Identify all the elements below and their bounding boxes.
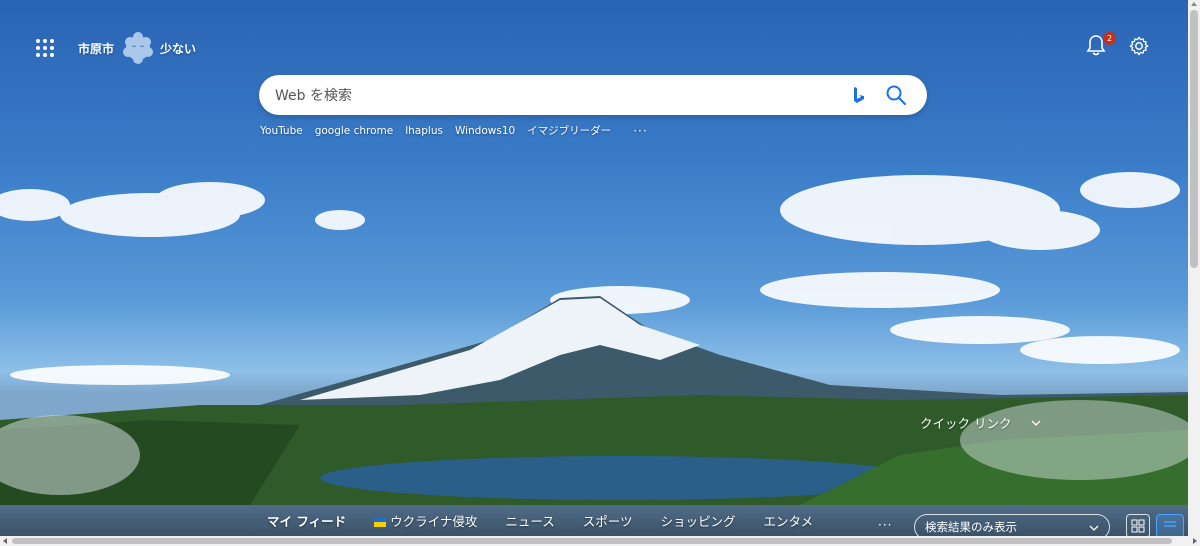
- quick-link-lhaplus[interactable]: lhaplus: [405, 125, 443, 137]
- quick-link-toggle[interactable]: クイック リンク: [920, 413, 1041, 432]
- cloud-face-icon[interactable]: [120, 30, 156, 66]
- quick-link-imagebreeder[interactable]: イマジブリーダー: [527, 123, 611, 138]
- horizontal-scrollbar-thumb[interactable]: [12, 538, 1172, 544]
- location-label[interactable]: 市原市: [78, 40, 114, 57]
- ukraine-flag-icon: [374, 517, 387, 527]
- tab-ukraine[interactable]: ウクライナ侵攻: [374, 511, 477, 530]
- feed-more-icon[interactable]: ···: [878, 518, 892, 532]
- scroll-up-icon[interactable]: [1191, 2, 1197, 6]
- grid-layout-icon[interactable]: [1126, 514, 1150, 538]
- vertical-scrollbar[interactable]: [1188, 0, 1200, 536]
- notifications-bell-icon[interactable]: 2: [1086, 32, 1116, 58]
- bing-logo-icon[interactable]: [849, 85, 869, 105]
- settings-gear-icon[interactable]: [1128, 35, 1150, 57]
- tab-news[interactable]: ニュース: [505, 511, 554, 530]
- search-quick-links: YouTube google chrome lhaplus Windows10 …: [260, 123, 648, 138]
- search-icon[interactable]: [885, 84, 907, 106]
- quick-link-google-chrome[interactable]: google chrome: [315, 125, 394, 137]
- horizontal-scrollbar[interactable]: [0, 536, 1200, 546]
- scroll-left-icon[interactable]: [3, 538, 7, 544]
- quick-link-windows10[interactable]: Windows10: [455, 125, 515, 137]
- tab-shopping[interactable]: ショッピング: [661, 511, 736, 530]
- quick-links-more-icon[interactable]: ···: [633, 124, 647, 138]
- tab-my-feed[interactable]: マイ フィード: [267, 511, 346, 530]
- notification-badge: 2: [1103, 32, 1116, 45]
- list-layout-icon[interactable]: [1156, 514, 1184, 538]
- search-input[interactable]: [273, 75, 837, 117]
- feed-nav: マイ フィード ウクライナ侵攻 ニュース スポーツ ショッピング エンタメ: [267, 511, 841, 530]
- chevron-down-icon: [1032, 420, 1041, 426]
- feed-filter-value: 検索結果のみ表示: [925, 520, 1017, 534]
- tab-entertainment[interactable]: エンタメ: [764, 511, 814, 530]
- tab-ukraine-label: ウクライナ侵攻: [390, 514, 478, 529]
- chevron-down-icon: [1089, 525, 1099, 531]
- quick-link-youtube[interactable]: YouTube: [260, 125, 303, 137]
- scroll-right-icon[interactable]: [1193, 538, 1197, 544]
- apps-grid-icon[interactable]: [36, 39, 54, 57]
- vertical-scrollbar-thumb[interactable]: [1190, 10, 1198, 268]
- quick-link-toggle-label: クイック リンク: [920, 416, 1012, 431]
- search-bar: [259, 75, 927, 117]
- tab-sports[interactable]: スポーツ: [583, 511, 633, 530]
- weather-label[interactable]: 少ない: [160, 40, 196, 57]
